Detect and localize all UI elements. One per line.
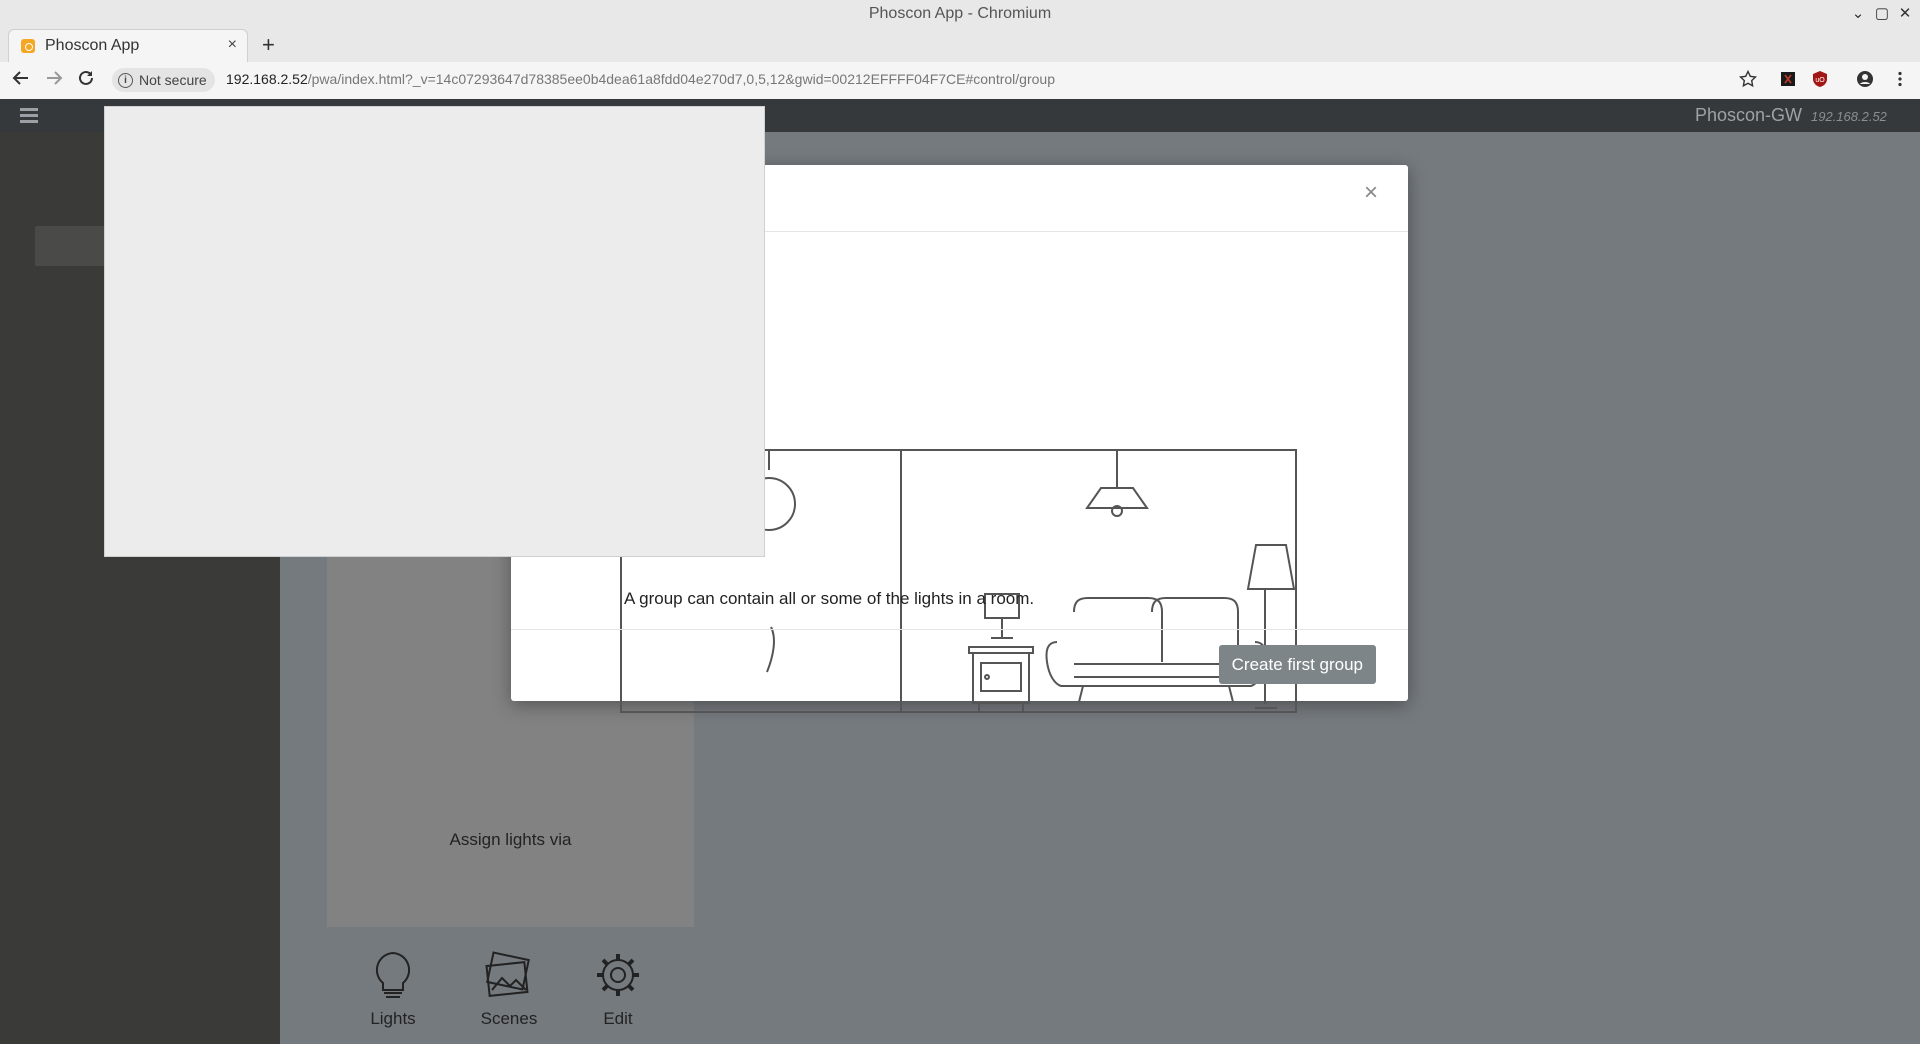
profile-icon[interactable] [1856,70,1874,88]
gear-icon [597,954,639,996]
back-icon[interactable] [12,69,30,92]
url-host: 192.168.2.52 [226,71,308,87]
scenes-nav-button[interactable]: Scenes [469,950,549,1029]
url-field[interactable]: 192.168.2.52/pwa/index.html?_v=14c072936… [226,71,1055,87]
lights-label: Lights [370,1009,416,1028]
os-title-bar: Phoscon App - Chromium ⌄ ▢ ✕ [0,0,1920,29]
tab-close-icon[interactable]: × [228,36,237,54]
dialog-close-button[interactable]: × [1364,179,1378,207]
dialog-footer: Create first group [511,629,1408,702]
edit-nav-button[interactable]: Edit [578,950,658,1029]
scenes-icon [485,951,530,998]
hamburger-menu-icon[interactable] [20,108,38,126]
reload-icon[interactable] [77,69,95,92]
favicon-icon [21,39,35,53]
tab-label: Phoscon App [45,37,140,54]
security-indicator[interactable]: i Not secure [112,68,215,92]
window-title: Phoscon App - Chromium [868,5,1052,22]
address-bar: i Not secure 192.168.2.52/pwa/index.html… [0,62,1920,100]
assign-lights-text: Assign lights via [449,830,572,849]
bulb-icon [375,951,411,998]
window-close-button[interactable]: ✕ [1896,4,1914,22]
browser-menu-icon[interactable] [1891,70,1909,88]
info-icon: i [118,72,133,88]
url-path: /pwa/index.html?_v=14c07293647d78385ee0b… [307,71,1055,87]
gateway-name: Phoscon-GW [1695,105,1803,125]
bookmark-star-icon[interactable] [1738,69,1758,88]
scenes-label: Scenes [480,1009,538,1028]
overlay-panel [104,106,765,557]
new-tab-button[interactable]: + [262,32,275,58]
maximize-button[interactable]: ▢ [1873,4,1891,22]
edit-label: Edit [603,1009,633,1028]
lights-nav-button[interactable]: Lights [353,950,433,1029]
dialog-message: A group can contain all or some of the l… [624,589,1035,608]
security-label: Not secure [139,72,207,88]
tab-strip: Phoscon App × + [0,29,1920,63]
create-first-group-button[interactable]: Create first group [1218,645,1376,684]
ublock-shield-icon[interactable]: uO [1811,70,1829,88]
extension-icon[interactable] [1779,70,1797,88]
svg-text:uO: uO [1815,77,1825,84]
forward-icon[interactable] [45,69,63,92]
minimize-button[interactable]: ⌄ [1849,4,1867,22]
tab-phoscon-app[interactable]: Phoscon App × [8,29,248,63]
gateway-ip: 192.168.2.52 [1811,109,1887,124]
